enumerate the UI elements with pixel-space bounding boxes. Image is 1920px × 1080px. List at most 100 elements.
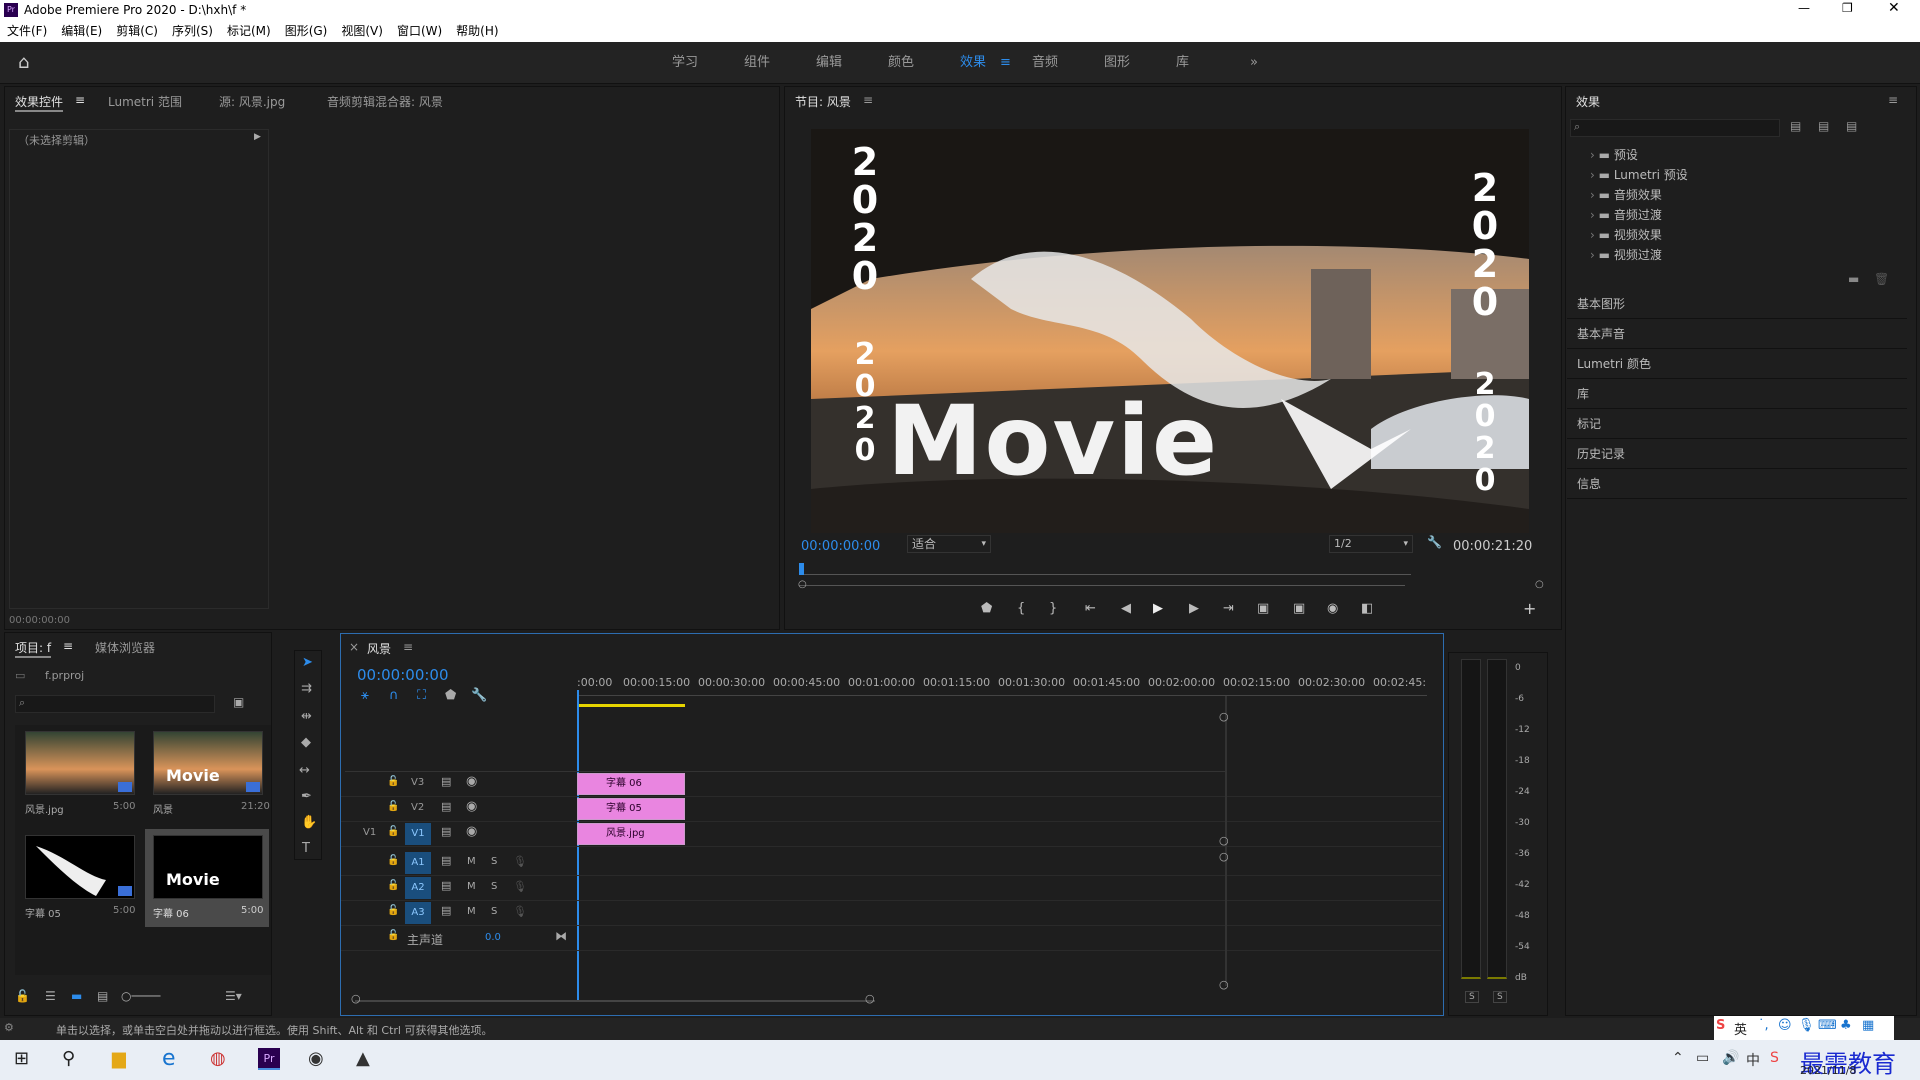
work-area-bar[interactable] bbox=[579, 704, 685, 707]
timeline-ruler[interactable]: :00:00 00:00:15:00 00:00:30:00 00:00:45:… bbox=[577, 676, 1427, 696]
hscroll-handle[interactable]: ○ bbox=[351, 992, 361, 1005]
section-essential-graphics[interactable]: 基本图形 bbox=[1567, 290, 1907, 319]
close-icon[interactable]: ✕ bbox=[1888, 0, 1900, 16]
zoom-handle-left[interactable]: ○ bbox=[798, 579, 807, 590]
mute-button[interactable]: M bbox=[467, 881, 476, 892]
lock-icon[interactable]: 🔓 bbox=[387, 776, 399, 787]
ws-learn[interactable]: 学习 bbox=[672, 42, 698, 84]
section-info[interactable]: 信息 bbox=[1567, 470, 1907, 499]
comparison-view-icon[interactable]: ◧ bbox=[1361, 601, 1373, 616]
mark-in-icon[interactable]: { bbox=[1017, 601, 1025, 616]
app-icon[interactable]: ◍ bbox=[210, 1048, 226, 1069]
eye-icon[interactable]: ◉ bbox=[466, 774, 477, 789]
ws-assembly[interactable]: 组件 bbox=[744, 42, 770, 84]
zoom-handle-right[interactable]: ○ bbox=[1535, 579, 1544, 590]
mic-icon[interactable]: 🎙 bbox=[513, 905, 527, 918]
mic-icon[interactable]: 🎙 bbox=[513, 880, 527, 893]
mute-button[interactable]: M bbox=[467, 906, 476, 917]
sync-lock-icon[interactable]: ▤ bbox=[441, 904, 451, 917]
expand-icon[interactable]: ▶ bbox=[254, 132, 261, 142]
program-playhead[interactable] bbox=[799, 563, 804, 575]
mic-icon[interactable]: 🎙 bbox=[513, 855, 527, 868]
menu-graphics[interactable]: 图形(G) bbox=[278, 20, 335, 42]
hscroll-handle[interactable]: ○ bbox=[865, 992, 875, 1005]
solo-right-button[interactable]: S bbox=[1493, 991, 1507, 1003]
volume-icon[interactable]: 🔊 bbox=[1722, 1050, 1739, 1066]
section-libraries[interactable]: 库 bbox=[1567, 380, 1907, 409]
menu-sequence[interactable]: 序列(S) bbox=[165, 20, 220, 42]
track-target-a1[interactable]: A1 bbox=[405, 852, 431, 874]
new-bin-icon[interactable]: ▬ bbox=[1848, 272, 1859, 286]
menu-edit[interactable]: 编辑(E) bbox=[54, 20, 109, 42]
add-marker-icon[interactable]: ⬟ bbox=[981, 601, 992, 616]
ws-editing[interactable]: 编辑 bbox=[816, 42, 842, 84]
go-to-end-icon[interactable]: ⧓ bbox=[555, 929, 567, 943]
program-menu-icon[interactable]: ≡ bbox=[863, 93, 873, 107]
ime-emoji-icon[interactable]: ☺ bbox=[1778, 1018, 1792, 1033]
source-patch-label[interactable]: V1 bbox=[363, 827, 376, 838]
track-target-a2[interactable]: A2 bbox=[405, 877, 431, 899]
section-markers[interactable]: 标记 bbox=[1567, 410, 1907, 439]
horizontal-scrollbar[interactable] bbox=[355, 1000, 875, 1002]
ime-voice-icon[interactable]: 🎙 bbox=[1798, 1018, 1815, 1033]
solo-button[interactable]: S bbox=[491, 906, 497, 917]
menu-file[interactable]: 文件(F) bbox=[0, 20, 54, 42]
project-thumb-4[interactable]: Movie bbox=[153, 835, 263, 899]
list-view-icon[interactable]: ☰ bbox=[45, 989, 56, 1003]
menu-help[interactable]: 帮助(H) bbox=[449, 20, 505, 42]
ime-toolbar[interactable]: S 英 ˙, ☺ 🎙 ⌨ ♣ ▦ bbox=[1714, 1016, 1894, 1040]
find-icon[interactable]: ▣ bbox=[233, 695, 244, 709]
tray-chevron-icon[interactable]: ⌃ bbox=[1672, 1050, 1684, 1066]
sync-lock-icon[interactable]: ▤ bbox=[441, 800, 451, 813]
more-workspaces-icon[interactable]: » bbox=[1250, 42, 1258, 84]
yuv-effects-icon[interactable]: ▤ bbox=[1846, 119, 1857, 133]
resolution-dropdown[interactable]: 1/2 ▾ bbox=[1329, 535, 1413, 553]
menu-clip[interactable]: 剪辑(C) bbox=[109, 20, 165, 42]
tab-media-browser[interactable]: 媒体浏览器 bbox=[95, 639, 155, 656]
timeline-timecode[interactable]: 00:00:00:00 bbox=[357, 666, 449, 684]
go-to-out-icon[interactable]: ⇥ bbox=[1223, 601, 1234, 616]
sort-icon[interactable]: ☰▾ bbox=[225, 989, 242, 1003]
export-frame-icon[interactable]: ◉ bbox=[1327, 601, 1338, 616]
folder-audio-effects[interactable]: › ▬ 音频效果 bbox=[1590, 186, 1662, 203]
solo-button[interactable]: S bbox=[491, 881, 497, 892]
menu-marker[interactable]: 标记(M) bbox=[220, 20, 278, 42]
linked-selection-icon[interactable]: ⛶ bbox=[417, 688, 426, 703]
lock-icon[interactable]: 🔓 bbox=[387, 880, 399, 891]
effects-search-input[interactable]: ⌕ bbox=[1570, 119, 1780, 137]
ws-graphics[interactable]: 图形 bbox=[1104, 42, 1130, 84]
go-to-in-icon[interactable]: ⇤ bbox=[1085, 601, 1096, 616]
razor-tool-icon[interactable]: ◆ bbox=[301, 735, 311, 750]
lock-icon[interactable]: 🔓 bbox=[387, 905, 399, 916]
menu-window[interactable]: 窗口(W) bbox=[390, 20, 449, 42]
file-explorer-icon[interactable]: ▆ bbox=[112, 1048, 126, 1069]
folder-video-effects[interactable]: › ▬ 视频效果 bbox=[1590, 226, 1662, 243]
mute-button[interactable]: M bbox=[467, 856, 476, 867]
edge-icon[interactable]: e bbox=[162, 1046, 176, 1071]
nest-icon[interactable]: ⚹ bbox=[361, 688, 369, 703]
32bit-effects-icon[interactable]: ▤ bbox=[1818, 119, 1829, 133]
mark-out-icon[interactable]: } bbox=[1049, 601, 1057, 616]
tab-project[interactable]: 项目: f bbox=[15, 639, 52, 658]
play-icon[interactable]: ▶ bbox=[1153, 601, 1163, 616]
maximize-icon[interactable]: ❐ bbox=[1842, 1, 1853, 15]
eye-icon[interactable]: ◉ bbox=[466, 799, 477, 814]
project-thumb-3[interactable] bbox=[25, 835, 135, 899]
button-editor-icon[interactable]: + bbox=[1523, 599, 1536, 618]
sogou-icon[interactable]: S bbox=[1770, 1050, 1779, 1066]
tab-effect-controls[interactable]: 效果控件 bbox=[15, 93, 64, 112]
tab-source[interactable]: 源: 风景.jpg bbox=[219, 93, 285, 110]
track-target-a3[interactable]: A3 bbox=[405, 902, 431, 924]
ws-effects[interactable]: 效果 bbox=[960, 42, 986, 84]
hand-tool-icon[interactable]: ✋ bbox=[301, 815, 317, 830]
ime-punct-icon[interactable]: ˙, bbox=[1758, 1018, 1769, 1033]
clip-title-05[interactable]: 字幕 05 bbox=[577, 798, 685, 820]
premiere-taskbar-icon[interactable]: Pr bbox=[258, 1048, 280, 1070]
snap-icon[interactable]: ∩ bbox=[389, 688, 399, 703]
type-tool-icon[interactable]: T bbox=[302, 841, 310, 856]
scroll-handle[interactable]: ○ bbox=[1219, 834, 1229, 847]
eye-icon[interactable]: ◉ bbox=[466, 824, 477, 839]
project-search-input[interactable]: ⌕ bbox=[15, 695, 215, 713]
program-playhead-timecode[interactable]: 00:00:00:00 bbox=[801, 539, 880, 554]
master-volume[interactable]: 0.0 bbox=[485, 932, 501, 943]
